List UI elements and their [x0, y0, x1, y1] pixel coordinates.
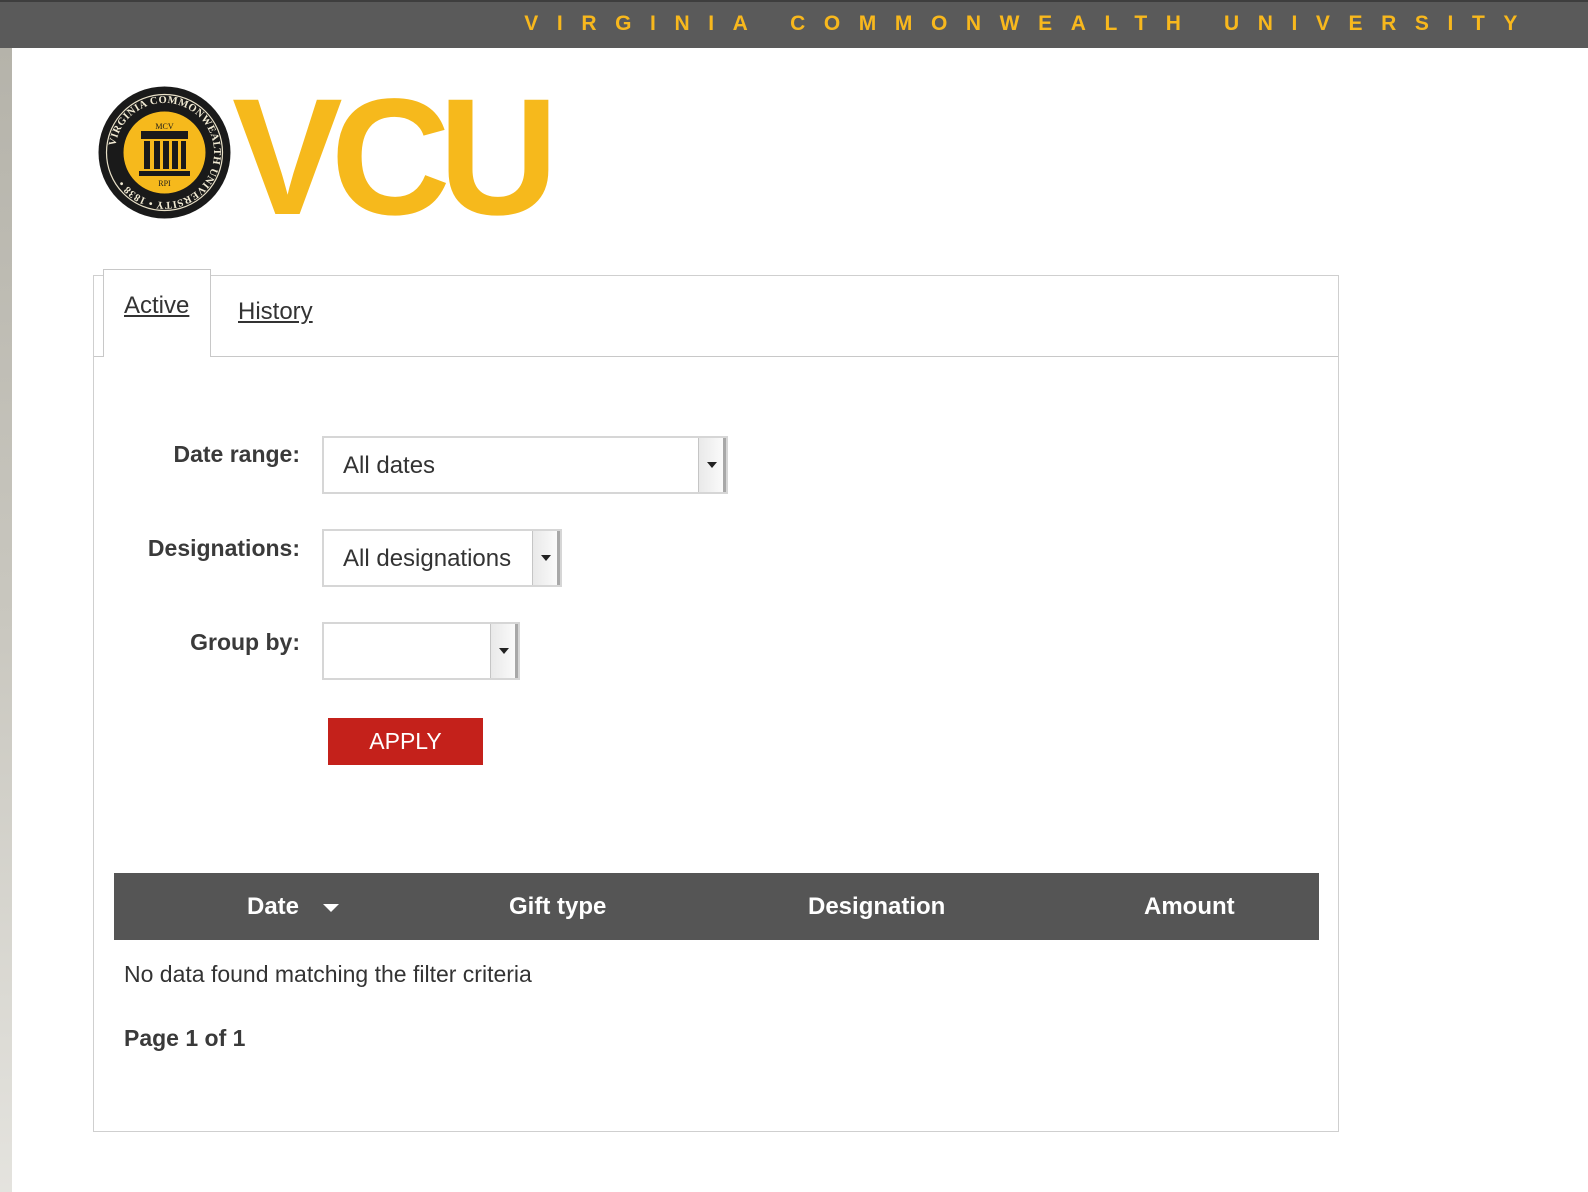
- group-by-label: Group by:: [190, 629, 300, 655]
- tab-history-label[interactable]: History: [238, 298, 313, 325]
- chevron-down-icon: [499, 648, 509, 654]
- seal-top-label: MCV: [155, 122, 173, 131]
- pagination-status: Page 1 of 1: [124, 1025, 246, 1051]
- gift-history-panel: Active History Date range: All dates Des…: [93, 269, 1339, 1132]
- column-header-date-label[interactable]: Date: [247, 893, 299, 920]
- group-by-dropdown-arrow[interactable]: [490, 624, 518, 678]
- tab-active[interactable]: Active: [103, 269, 211, 357]
- sort-descending-icon[interactable]: [323, 903, 340, 912]
- column-header-designation[interactable]: Designation: [808, 893, 945, 921]
- designations-label: Designations:: [147, 535, 300, 561]
- date-range-value: All dates: [343, 452, 436, 479]
- tab-active-label[interactable]: Active: [124, 292, 189, 320]
- chevron-down-icon: [707, 462, 717, 468]
- designations-value: All designations: [343, 545, 512, 572]
- column-header-date[interactable]: Date: [247, 893, 340, 921]
- tab-strip: Active History: [94, 269, 1338, 357]
- chevron-down-icon: [541, 555, 551, 561]
- empty-results-message: No data found matching the filter criter…: [124, 961, 532, 987]
- column-header-gift-type[interactable]: Gift type: [509, 893, 606, 921]
- university-name: VIRGINIA COMMONWEALTH UNIVERSITY: [524, 12, 1536, 35]
- date-range-label: Date range:: [173, 441, 300, 467]
- seal-bottom-label: RPI: [158, 179, 171, 188]
- results-table-header: Date Gift type Designation Amount: [114, 873, 1319, 940]
- tab-history[interactable]: History: [238, 298, 313, 326]
- designations-select[interactable]: All designations: [322, 529, 562, 587]
- date-range-select[interactable]: All dates: [322, 436, 728, 494]
- group-by-select[interactable]: [322, 622, 520, 680]
- date-range-dropdown-arrow[interactable]: [698, 438, 726, 492]
- column-header-amount[interactable]: Amount: [1144, 893, 1235, 921]
- top-banner: VIRGINIA COMMONWEALTH UNIVERSITY: [0, 0, 1588, 48]
- vcu-wordmark: VCU: [232, 65, 559, 250]
- apply-button[interactable]: APPLY: [328, 718, 483, 765]
- vcu-seal-logo: VIRGINIA COMMONWEALTH UNIVERSITY • 1838 …: [98, 86, 231, 219]
- left-edge-gradient: [0, 48, 12, 1192]
- designations-dropdown-arrow[interactable]: [532, 531, 560, 585]
